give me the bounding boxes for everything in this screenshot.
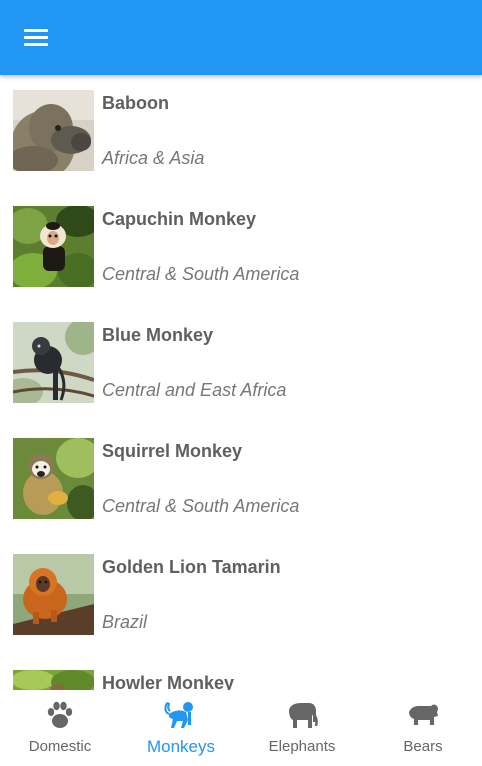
list-item[interactable]: Blue Monkey Central and East Africa bbox=[0, 307, 482, 423]
list-item[interactable]: Squirrel Monkey Central & South America bbox=[0, 423, 482, 539]
bottom-tab-bar: Domestic Monkeys Elephants Bears bbox=[0, 690, 482, 766]
animal-photo bbox=[13, 206, 94, 287]
app-bar bbox=[0, 0, 482, 75]
paw-icon bbox=[43, 700, 77, 730]
monkey-icon bbox=[164, 700, 198, 730]
animal-photo bbox=[13, 554, 94, 635]
animal-photo bbox=[13, 90, 94, 171]
tab-bears[interactable]: Bears bbox=[363, 690, 482, 766]
animal-name: Golden Lion Tamarin bbox=[102, 557, 281, 577]
animal-name: Baboon bbox=[102, 93, 169, 113]
list-item[interactable]: Baboon Africa & Asia bbox=[0, 75, 482, 191]
tab-label: Domestic bbox=[28, 738, 92, 755]
elephant-icon bbox=[285, 700, 319, 730]
animal-location: Central & South America bbox=[102, 496, 300, 516]
animal-photo bbox=[13, 438, 94, 519]
list-item[interactable]: Capuchin Monkey Central & South America bbox=[0, 191, 482, 307]
list-item[interactable]: Golden Lion Tamarin Brazil bbox=[0, 539, 482, 655]
animal-location: Africa & Asia bbox=[102, 148, 205, 168]
tab-domestic[interactable]: Domestic bbox=[0, 690, 120, 766]
tab-label: Monkeys bbox=[146, 737, 216, 756]
animal-photo bbox=[13, 322, 94, 403]
animal-list[interactable]: Baboon Africa & Asia Capuchin Monkey Cen… bbox=[0, 75, 482, 690]
animal-name: Howler Monkey bbox=[102, 673, 235, 690]
tab-monkeys[interactable]: Monkeys bbox=[121, 690, 241, 766]
animal-location: Brazil bbox=[102, 612, 148, 632]
tab-elephants[interactable]: Elephants bbox=[242, 690, 362, 766]
hamburger-menu-icon[interactable] bbox=[22, 26, 52, 48]
animal-location: Central & South America bbox=[102, 264, 300, 284]
bear-icon bbox=[406, 700, 440, 730]
tab-label: Elephants bbox=[268, 738, 336, 755]
tab-label: Bears bbox=[403, 738, 443, 755]
animal-name: Blue Monkey bbox=[102, 325, 214, 345]
animal-name: Capuchin Monkey bbox=[102, 209, 257, 229]
animal-name: Squirrel Monkey bbox=[102, 441, 243, 461]
animal-location: Central and East Africa bbox=[102, 380, 287, 400]
animal-photo bbox=[13, 670, 94, 690]
list-item[interactable]: Howler Monkey bbox=[0, 655, 482, 690]
